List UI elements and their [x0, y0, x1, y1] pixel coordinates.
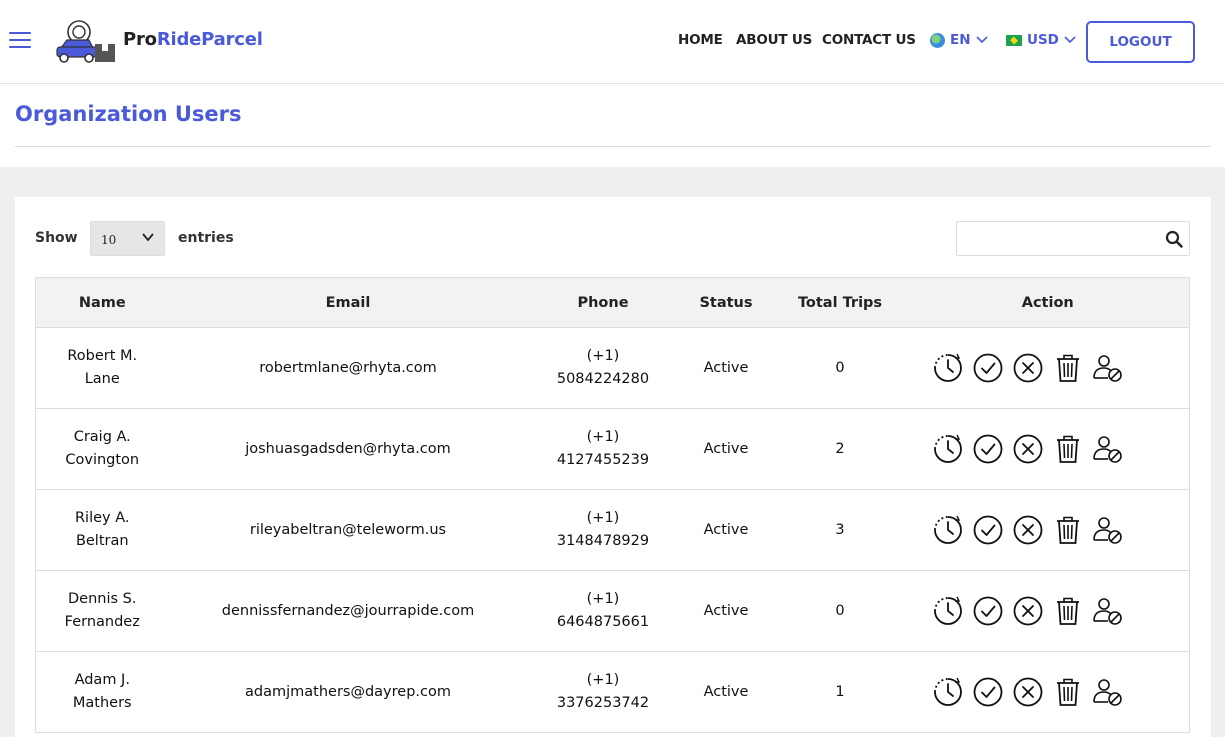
page-title-bar: Organization Users	[0, 84, 1225, 167]
chevron-down-icon	[975, 36, 988, 44]
user-email: robertmlane@rhyta.com	[168, 327, 528, 409]
user-phone: (+1) 3148478929	[527, 489, 679, 571]
hamburger-menu-icon[interactable]	[9, 32, 31, 50]
users-table: Name Email Phone Status Total Trips Acti…	[35, 277, 1190, 733]
user-name: Craig A. Covington	[35, 408, 169, 490]
user-phone: (+1) 4127455239	[527, 408, 679, 490]
logout-button[interactable]: LOGOUT	[1086, 21, 1195, 63]
history-clock-icon[interactable]	[932, 433, 964, 465]
user-total-trips: 2	[773, 408, 907, 490]
reject-x-icon[interactable]	[1012, 676, 1044, 708]
block-user-icon[interactable]	[1092, 514, 1124, 546]
user-status: Active	[678, 651, 774, 733]
column-header-phone[interactable]: Phone	[527, 277, 679, 328]
reject-x-icon[interactable]	[1012, 352, 1044, 384]
flag-icon	[1006, 34, 1022, 46]
history-clock-icon[interactable]	[932, 676, 964, 708]
column-header-action: Action	[906, 277, 1190, 328]
table-header-row: Name Email Phone Status Total Trips Acti…	[35, 277, 1190, 328]
search-input[interactable]	[965, 223, 1165, 254]
user-phone: (+1) 3376253742	[527, 651, 679, 733]
chevron-down-icon	[142, 233, 154, 242]
block-user-icon[interactable]	[1092, 352, 1124, 384]
block-user-icon[interactable]	[1092, 595, 1124, 627]
user-status: Active	[678, 408, 774, 490]
user-email: joshuasgadsden@rhyta.com	[168, 408, 528, 490]
row-actions	[906, 651, 1190, 733]
nav-contact-link[interactable]: CONTACT US	[822, 32, 916, 48]
user-status: Active	[678, 570, 774, 652]
column-header-email[interactable]: Email	[168, 277, 528, 328]
language-value: EN	[950, 32, 971, 48]
top-navbar: ProRideParcel HOME ABOUT US CONTACT US E…	[0, 0, 1225, 84]
history-clock-icon[interactable]	[932, 514, 964, 546]
user-phone: (+1) 5084224280	[527, 327, 679, 409]
approve-check-icon[interactable]	[972, 433, 1004, 465]
currency-value: USD	[1027, 32, 1059, 48]
user-status: Active	[678, 327, 774, 409]
nav-about-link[interactable]: ABOUT US	[736, 32, 812, 48]
user-email: dennissfernandez@jourrapide.com	[168, 570, 528, 652]
user-phone: (+1) 6464875661	[527, 570, 679, 652]
user-status: Active	[678, 489, 774, 571]
row-actions	[906, 489, 1190, 571]
table-row: Robert M. Lane robertmlane@rhyta.com (+1…	[35, 327, 1190, 409]
delete-trash-icon[interactable]	[1052, 514, 1084, 546]
show-label: Show	[35, 230, 78, 246]
row-actions	[906, 408, 1190, 490]
column-header-total-trips[interactable]: Total Trips	[773, 277, 907, 328]
table-row: Craig A. Covington joshuasgadsden@rhyta.…	[35, 408, 1190, 490]
logo-icon	[56, 20, 115, 63]
user-name: Riley A. Beltran	[35, 489, 169, 571]
brand-logo-text[interactable]: ProRideParcel	[123, 29, 263, 50]
globe-icon	[930, 32, 945, 48]
delete-trash-icon[interactable]	[1052, 433, 1084, 465]
table-search-field[interactable]	[956, 221, 1190, 256]
currency-selector[interactable]: USD	[1006, 32, 1076, 48]
history-clock-icon[interactable]	[932, 352, 964, 384]
row-actions	[906, 327, 1190, 409]
divider	[15, 146, 1211, 147]
table-row: Riley A. Beltran rileyabeltran@teleworm.…	[35, 489, 1190, 571]
search-icon[interactable]	[1165, 230, 1183, 248]
block-user-icon[interactable]	[1092, 676, 1124, 708]
entries-value: 10	[101, 233, 117, 247]
row-actions	[906, 570, 1190, 652]
language-selector[interactable]: EN	[930, 32, 988, 48]
table-row: Adam J. Mathers adamjmathers@dayrep.com …	[35, 651, 1190, 733]
table-row: Dennis S. Fernandez dennissfernandez@jou…	[35, 570, 1190, 652]
delete-trash-icon[interactable]	[1052, 595, 1084, 627]
reject-x-icon[interactable]	[1012, 514, 1044, 546]
user-email: rileyabeltran@teleworm.us	[168, 489, 528, 571]
entries-per-page-select[interactable]: 10	[90, 221, 165, 256]
user-name: Dennis S. Fernandez	[35, 570, 169, 652]
delete-trash-icon[interactable]	[1052, 352, 1084, 384]
history-clock-icon[interactable]	[932, 595, 964, 627]
approve-check-icon[interactable]	[972, 676, 1004, 708]
user-total-trips: 0	[773, 327, 907, 409]
users-table-card: Show 10 entries Name Email Phone Status …	[15, 197, 1211, 737]
entries-label: entries	[178, 230, 234, 246]
reject-x-icon[interactable]	[1012, 595, 1044, 627]
nav-home-link[interactable]: HOME	[678, 32, 723, 48]
page-title: Organization Users	[15, 102, 242, 126]
user-total-trips: 3	[773, 489, 907, 571]
user-total-trips: 0	[773, 570, 907, 652]
approve-check-icon[interactable]	[972, 595, 1004, 627]
user-name: Adam J. Mathers	[35, 651, 169, 733]
column-header-name[interactable]: Name	[35, 277, 169, 328]
user-name: Robert M. Lane	[35, 327, 169, 409]
reject-x-icon[interactable]	[1012, 433, 1044, 465]
delete-trash-icon[interactable]	[1052, 676, 1084, 708]
approve-check-icon[interactable]	[972, 352, 1004, 384]
user-email: adamjmathers@dayrep.com	[168, 651, 528, 733]
block-user-icon[interactable]	[1092, 433, 1124, 465]
chevron-down-icon	[1064, 36, 1076, 44]
approve-check-icon[interactable]	[972, 514, 1004, 546]
column-header-status[interactable]: Status	[678, 277, 774, 328]
user-total-trips: 1	[773, 651, 907, 733]
